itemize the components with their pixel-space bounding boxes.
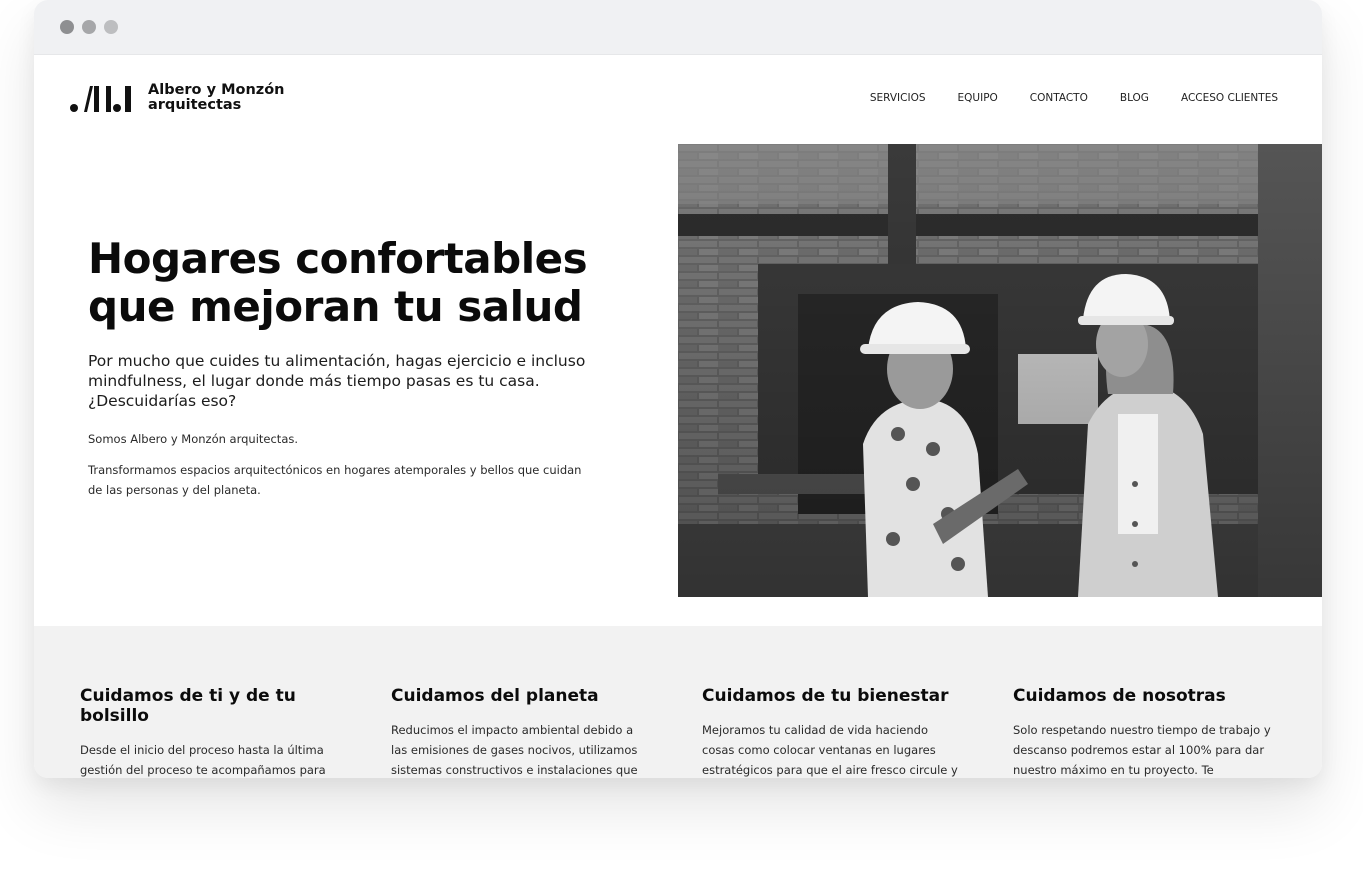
feature-card: Cuidamos de ti y de tu bolsillo Desde el… [80, 686, 342, 778]
window-close-button[interactable] [60, 20, 74, 34]
feature-text: Mejoramos tu calidad de vida haciendo co… [702, 723, 958, 777]
hero-photo [678, 144, 1322, 597]
hero-intro: Somos Albero y Monzón arquitectas. [88, 432, 299, 446]
feature-text: Solo respetando nuestro tiempo de trabaj… [1013, 723, 1271, 777]
feature-title: Cuidamos del planeta [391, 686, 599, 706]
hero-text: Hogares confortables que mejoran tu salu… [88, 235, 588, 500]
feature-title: Cuidamos de ti y de tu bolsillo [80, 686, 296, 726]
website: Albero y Monzón arquitectas SERVICIOS EQ… [34, 55, 1322, 778]
feature-card: Cuidamos de nosotras Solo respetando nue… [1013, 686, 1275, 778]
nav-item-equipo[interactable]: EQUIPO [958, 92, 998, 104]
aym-logo-mark-icon [70, 86, 131, 112]
browser-chrome [34, 0, 1322, 55]
brand-name: Albero y Monzón arquitectas [148, 83, 285, 113]
browser-window: Albero y Monzón arquitectas SERVICIOS EQ… [34, 0, 1322, 778]
nav-item-servicios[interactable]: SERVICIOS [870, 92, 926, 104]
feature-card: Cuidamos del planeta Reducimos el impact… [391, 686, 653, 778]
feature-text: Reducimos el impacto ambiental debido a … [391, 723, 638, 777]
window-maximize-button[interactable] [104, 20, 118, 34]
main-nav: SERVICIOS EQUIPO CONTACTO BLOG ACCESO CL… [838, 92, 1278, 104]
nav-item-acceso-clientes[interactable]: ACCESO CLIENTES [1181, 92, 1278, 104]
feature-title: Cuidamos de tu bienestar [702, 686, 949, 706]
architects-photo-image [678, 144, 1322, 597]
nav-item-contacto[interactable]: CONTACTO [1030, 92, 1088, 104]
feature-card: Cuidamos de tu bienestar Mejoramos tu ca… [702, 686, 964, 778]
window-minimize-button[interactable] [82, 20, 96, 34]
brand-logo-link[interactable]: Albero y Monzón arquitectas [70, 83, 285, 113]
brand-name-line2: arquitectas [148, 97, 242, 113]
feature-text: Desde el inicio del proceso hasta la últ… [80, 743, 326, 777]
feature-title: Cuidamos de nosotras [1013, 686, 1226, 706]
features-section: Cuidamos de ti y de tu bolsillo Desde el… [34, 626, 1322, 778]
site-header: Albero y Monzón arquitectas SERVICIOS EQ… [34, 55, 1322, 143]
hero-title: Hogares confortables que mejoran tu salu… [88, 234, 588, 331]
brand-name-line1: Albero y Monzón [148, 82, 285, 98]
hero-description: Transformamos espacios arquitectónicos e… [88, 463, 582, 497]
hero-lead: Por mucho que cuides tu alimentación, ha… [88, 352, 586, 410]
nav-item-blog[interactable]: BLOG [1120, 92, 1149, 104]
